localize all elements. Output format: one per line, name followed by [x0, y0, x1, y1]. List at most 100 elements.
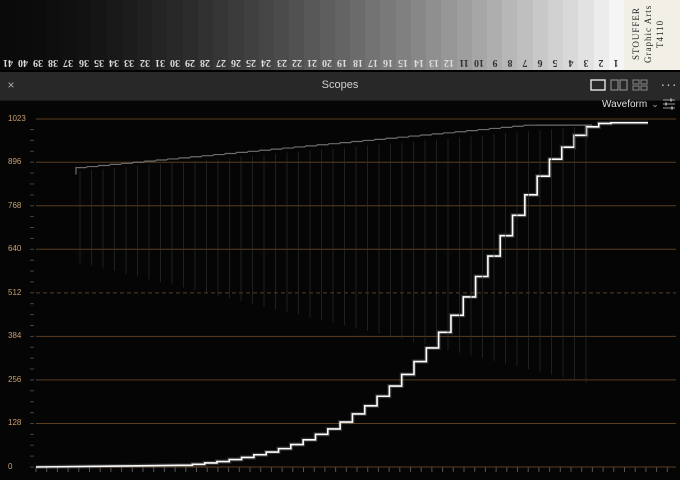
stepwedge-number: 33 [124, 57, 135, 68]
stepwedge-step: 18 [350, 0, 366, 70]
stepwedge-step: 24 [258, 0, 274, 70]
stepwedge-number: 8 [507, 57, 513, 68]
stepwedge-number: 2 [598, 57, 604, 68]
stepwedge-step: 17 [365, 0, 381, 70]
more-options-button[interactable]: ··· [660, 76, 678, 94]
stepwedge-step: 31 [152, 0, 168, 70]
stepwedge-number: 18 [352, 57, 363, 68]
waveform-glow [35, 120, 648, 469]
stepwedge-step: 19 [334, 0, 351, 70]
stepwedge-step: 15 [395, 0, 411, 70]
stepwedge-step: 26 [228, 0, 244, 70]
stepwedge-step: 10 [471, 0, 487, 70]
stepwedge-label-line: T4110 [655, 19, 665, 49]
single-view-icon[interactable] [590, 79, 606, 91]
stepwedge-number: 41 [2, 57, 13, 68]
stepwedge-step: 27 [213, 0, 229, 70]
stepwedge-number: 27 [215, 57, 226, 68]
stepwedge-number: 31 [154, 57, 165, 68]
waveform-plot [30, 118, 676, 472]
stepwedge-step: 5 [547, 0, 564, 70]
stepwedge-label-line: Graphic Arts [643, 4, 653, 64]
stepwedge-step: 39 [30, 0, 46, 70]
stepwedge-strip: 41 40 39 38 37 36 35 34 33 32 31 30 29 28 27 26 25 24 23 22… [0, 0, 680, 70]
stepwedge-number: 1 [613, 57, 619, 68]
stepwedge-step: 37 [60, 0, 77, 70]
scopes-titlebar: × Scopes ··· [0, 72, 680, 101]
stepwedge-step: 35 [91, 0, 107, 70]
stepwedge-number: 15 [398, 57, 409, 68]
stepwedge-step: 3 [578, 0, 594, 70]
y-tick-label: 896 [8, 157, 22, 167]
stepwedge-step: 38 [45, 0, 61, 70]
y-tick-label: 128 [8, 418, 22, 428]
stepwedge-step: 8 [502, 0, 518, 70]
stepwedge-number: 13 [428, 57, 439, 68]
stepwedge-step: 6 [532, 0, 548, 70]
stepwedge-number: 32 [139, 57, 150, 68]
stepwedge-number: 35 [93, 57, 104, 68]
panel-title: Scopes [321, 79, 359, 91]
stepwedge-number: 9 [492, 57, 498, 68]
stepwedge-number: 22 [291, 57, 302, 68]
stepwedge-number: 10 [474, 57, 485, 68]
stepwedge-number: 28 [200, 57, 211, 68]
y-tick-label: 640 [8, 244, 22, 254]
stepwedge-number: 7 [522, 57, 528, 68]
stepwedge-step: 36 [76, 0, 92, 70]
chevron-down-icon: ⌄ [651, 99, 659, 109]
stepwedge-number: 16 [383, 57, 394, 68]
y-tick-label: 512 [8, 287, 22, 297]
stepwedge-number: 24 [261, 57, 272, 68]
stepwedge-step: 32 [136, 0, 153, 70]
waveform-scope: 1023 896 768 640 512 384 256 128 0 [0, 101, 680, 480]
stepwedge-step: 22 [289, 0, 305, 70]
stepwedge-step: 41 [0, 0, 16, 70]
stepwedge-step: 9 [487, 0, 503, 70]
stepwedge-number: 38 [48, 57, 59, 68]
y-tick-label: 256 [8, 374, 22, 384]
stepwedge-step: 21 [304, 0, 320, 70]
stepwedge-step: 12 [441, 0, 457, 70]
stepwedge-number: 5 [552, 57, 558, 68]
stepwedge-number: 40 [17, 57, 28, 68]
waveform-upper-trace [75, 124, 592, 175]
quad-view-icon[interactable] [632, 79, 648, 91]
settings-sliders-icon[interactable] [662, 97, 676, 111]
stepwedge-label: STOUFFER Graphic Arts T4110 [624, 0, 680, 70]
stepwedge-number: 17 [367, 57, 378, 68]
stepwedge-number: 14 [413, 57, 424, 68]
stepwedge-cells: 41 40 39 38 37 36 35 34 33 32 31 30 29 28 27 26 25 24 23 22… [0, 0, 624, 70]
stepwedge-step: 7 [517, 0, 533, 70]
stepwedge-label-line: STOUFFER [631, 7, 641, 61]
waveform-trace [35, 121, 648, 468]
scope-type-label: Waveform [602, 99, 648, 110]
stepwedge-step: 14 [410, 0, 427, 70]
stepwedge-step: 2 [593, 0, 609, 70]
stepwedge-step: 1 [608, 0, 624, 70]
stepwedge-number: 21 [306, 57, 317, 68]
stepwedge-number: 36 [78, 57, 89, 68]
stepwedge-step: 33 [121, 0, 137, 70]
scope-type-dropdown[interactable]: Waveform ⌄ [602, 97, 659, 111]
stepwedge-number: 19 [337, 57, 348, 68]
stepwedge-number: 25 [246, 57, 257, 68]
stepwedge-number: 4 [568, 57, 574, 68]
stepwedge-step: 13 [426, 0, 442, 70]
stepwedge-step: 23 [273, 0, 290, 70]
dual-view-icon[interactable] [610, 79, 628, 91]
stepwedge-step: 25 [243, 0, 259, 70]
y-tick-label: 384 [8, 331, 22, 341]
stepwedge-number: 26 [230, 57, 241, 68]
stepwedge-step: 34 [106, 0, 122, 70]
stepwedge-step: 11 [456, 0, 472, 70]
y-tick-label: 768 [8, 200, 22, 210]
stepwedge-step: 30 [167, 0, 183, 70]
stepwedge-number: 6 [537, 57, 543, 68]
stepwedge-step: 29 [182, 0, 198, 70]
stepwedge-number: 23 [276, 57, 287, 68]
stepwedge-step: 40 [15, 0, 31, 70]
stepwedge-number: 39 [33, 57, 44, 68]
stepwedge-step: 16 [380, 0, 396, 70]
stepwedge-number: 30 [170, 57, 181, 68]
